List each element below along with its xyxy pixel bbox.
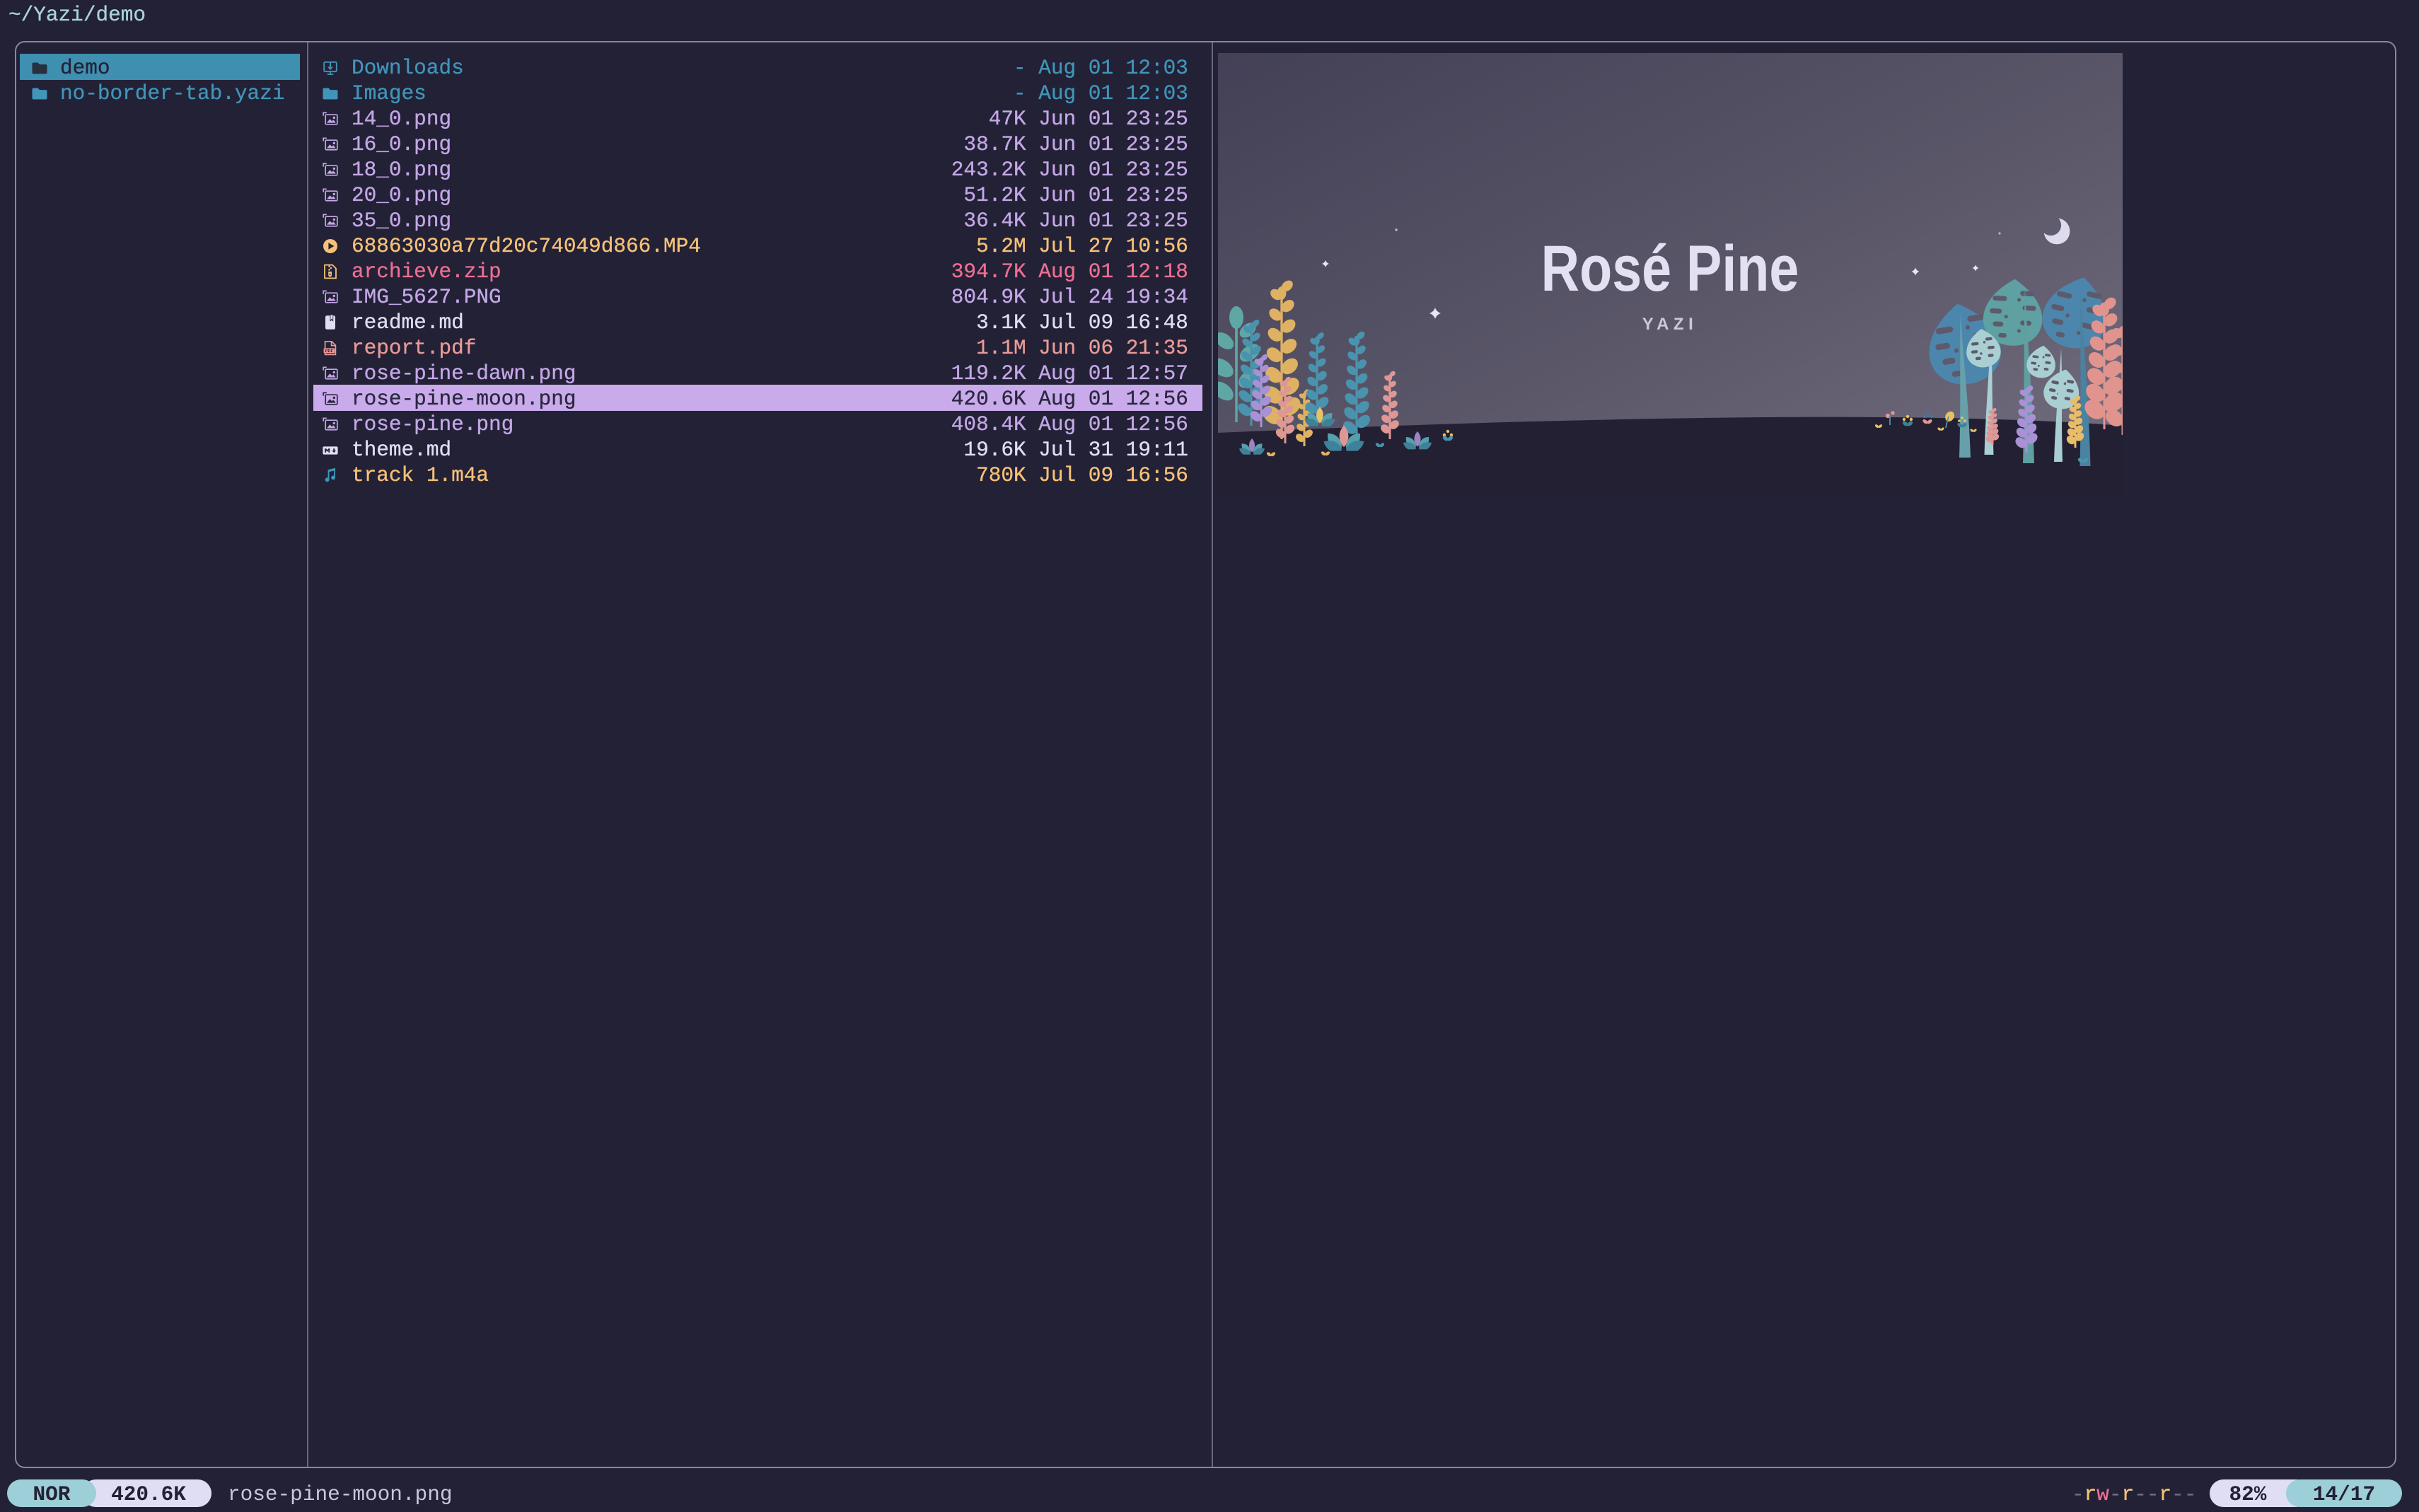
svg-text:Rosé Pine: Rosé Pine xyxy=(1541,232,1799,305)
svg-text:PDF: PDF xyxy=(325,349,334,354)
svg-text:YAZI: YAZI xyxy=(1642,315,1698,334)
